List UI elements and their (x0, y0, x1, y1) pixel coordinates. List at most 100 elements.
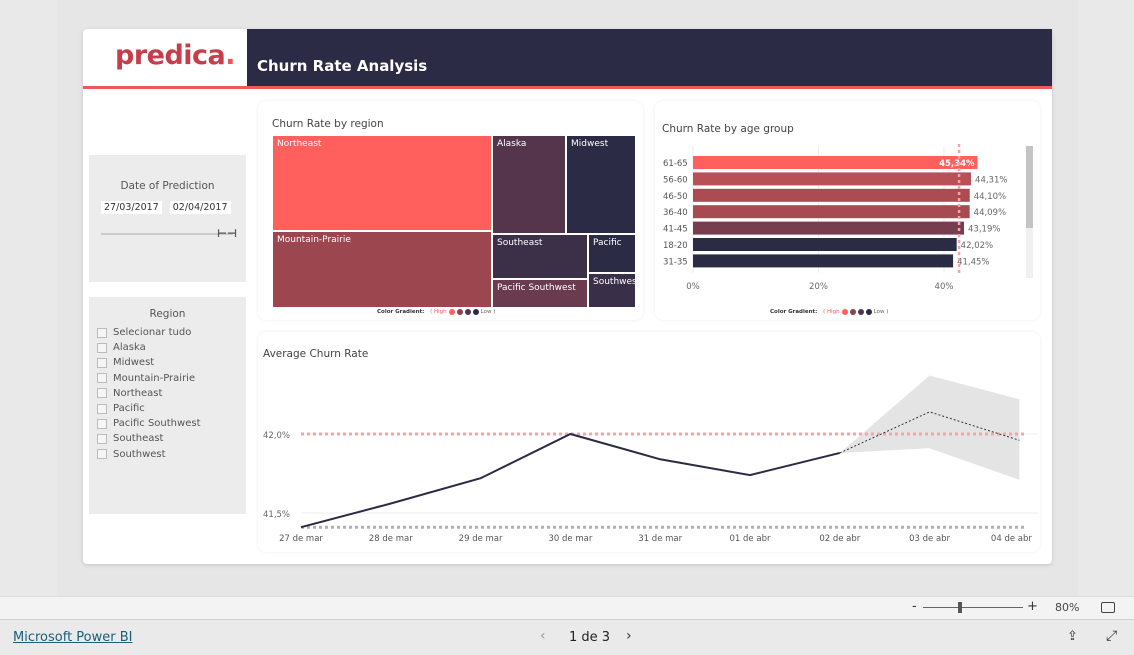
bar-18-20 (693, 238, 957, 251)
tile-label: Midwest (571, 139, 609, 149)
region-slicer-label: Region (149, 308, 186, 320)
scrollbar-thumb[interactable] (1026, 146, 1033, 228)
region-checkbox-item[interactable]: Mountain-Prairie (97, 371, 246, 386)
bar-chart-legend: Color Gradient: ( High Low ) (770, 309, 889, 315)
zoom-slider-thumb[interactable] (958, 602, 962, 613)
x-tick-label: 0% (686, 282, 700, 292)
region-checkbox-item[interactable]: Selecionar tudo (97, 325, 246, 340)
fullscreen-icon[interactable]: ⤢ (1106, 628, 1117, 644)
date-slicer: Date of Prediction 27/03/2017 02/04/2017… (89, 155, 246, 282)
region-checkbox-item[interactable]: Pacific Southwest (97, 416, 246, 431)
share-icon[interactable]: ⇪ (1067, 629, 1078, 644)
predica-logo: predica. (115, 40, 236, 71)
x-tick-label: 20% (809, 282, 828, 292)
tile-label: Alaska (497, 139, 527, 149)
checkbox[interactable] (97, 342, 107, 353)
zoom-bar: - + 80% (0, 596, 1134, 619)
region-label: Northeast (113, 387, 163, 399)
region-label: Southeast (113, 433, 164, 445)
tile-label: Southeast (497, 238, 543, 248)
category-label: 18-20 (663, 241, 688, 251)
bar-chart-scrollbar[interactable] (1026, 146, 1033, 278)
region-label: Alaska (113, 342, 146, 354)
checkbox[interactable] (97, 357, 107, 368)
region-checkbox-item[interactable]: Southwest (97, 447, 246, 462)
region-checkbox-item[interactable]: Midwest (97, 355, 246, 370)
bar-36-40 (693, 205, 970, 219)
bar-31-35 (693, 254, 954, 268)
checkbox[interactable] (97, 449, 107, 460)
data-label: 42,02% (961, 241, 993, 251)
x-tick-label: 31 de mar (638, 534, 682, 544)
region-label: Midwest (113, 357, 155, 369)
checkbox[interactable] (97, 418, 107, 429)
x-tick-label: 40% (935, 282, 954, 292)
bar-46-50 (693, 188, 970, 202)
start-date-input[interactable]: 27/03/2017 (101, 201, 162, 214)
treemap-tile-midwest[interactable]: Midwest (566, 135, 636, 234)
treemap-tile-alaska[interactable]: Alaska (492, 135, 566, 234)
category-label: 56-60 (663, 175, 688, 185)
checkbox[interactable] (97, 403, 107, 414)
data-label: 44,09% (974, 208, 1006, 218)
zoom-out-button[interactable]: - (912, 599, 917, 614)
x-tick-label: 27 de mar (279, 534, 323, 544)
date-slider-handle[interactable]: ⊢⊣ (217, 227, 237, 240)
region-checkbox-item[interactable]: Northeast (97, 386, 246, 401)
date-slider-track[interactable] (101, 233, 233, 235)
bar-chart: 0% 20% 40% 61-65 45,34% 56-60 44,31% 46-50 44,10… (663, 144, 1007, 292)
tile-label: Northeast (277, 139, 322, 149)
treemap-tile-southeast[interactable]: Southeast (492, 234, 588, 279)
category-label: 36-40 (663, 208, 688, 218)
power-bi-link[interactable]: Microsoft Power BI (13, 630, 132, 645)
bar-56-60 (693, 172, 972, 186)
fit-to-page-icon[interactable] (1101, 602, 1115, 613)
treemap-legend: Color Gradient: ( High Low ) (377, 309, 496, 315)
region-checkbox-item[interactable]: Pacific (97, 401, 246, 416)
x-tick-label: 02 de abr (819, 534, 860, 544)
x-tick-label: 28 de mar (369, 534, 413, 544)
y-tick-label: 41,5% (263, 510, 290, 520)
date-slicer-label: Date of Prediction (120, 180, 215, 192)
header-divider (83, 86, 1052, 89)
next-page-icon[interactable]: › (626, 628, 632, 644)
treemap-tile-southwest[interactable]: Southwest (588, 273, 640, 308)
data-label: 45,34% (939, 159, 975, 169)
data-label: 44,10% (974, 192, 1006, 202)
region-label: Pacific Southwest (113, 418, 201, 430)
zoom-slider[interactable] (923, 607, 1023, 608)
region-checkbox-item[interactable]: Alaska (97, 340, 246, 355)
treemap-tile-mountain-prairie[interactable]: Mountain-Prairie (272, 231, 492, 308)
tile-label: Pacific Southwest (497, 283, 576, 293)
y-tick-label: 42,0% (263, 431, 290, 441)
region-checkbox-item[interactable]: Southeast (97, 431, 246, 446)
data-label: 43,19% (968, 225, 1000, 235)
zoom-in-button[interactable]: + (1027, 599, 1038, 614)
category-label: 41-45 (663, 225, 688, 235)
x-tick-label: 29 de mar (459, 534, 503, 544)
zoom-level: 80% (1055, 601, 1080, 614)
checkbox[interactable] (97, 433, 107, 444)
category-label: 31-35 (663, 257, 688, 267)
end-date-input[interactable]: 02/04/2017 (169, 201, 231, 214)
category-label: 61-65 (663, 159, 688, 169)
bar-41-45 (693, 221, 965, 235)
x-tick-label: 30 de mar (548, 534, 592, 544)
page-title: Churn Rate Analysis (257, 57, 428, 75)
checkbox[interactable] (97, 327, 107, 338)
region-label: Pacific (113, 403, 145, 415)
treemap-tile-northeast[interactable]: Northeast (272, 135, 492, 231)
region-label: Southwest (113, 448, 166, 460)
tile-label: Southwest (593, 277, 641, 287)
treemap-tile-pacific[interactable]: Pacific (588, 234, 636, 273)
checkbox[interactable] (97, 388, 107, 399)
data-label: 41,45% (957, 257, 989, 267)
region-slicer: Region Selecionar tudo Alaska Midwest Mount… (89, 297, 246, 514)
previous-page-icon[interactable]: ‹ (540, 628, 546, 644)
treemap-tile-pacific-southwest[interactable]: Pacific Southwest (492, 279, 588, 308)
region-label: Selecionar tudo (113, 327, 192, 339)
treemap-title: Churn Rate by region (272, 118, 384, 130)
page-indicator: 1 de 3 (569, 630, 611, 645)
checkbox[interactable] (97, 373, 107, 384)
data-label: 44,31% (975, 175, 1007, 185)
